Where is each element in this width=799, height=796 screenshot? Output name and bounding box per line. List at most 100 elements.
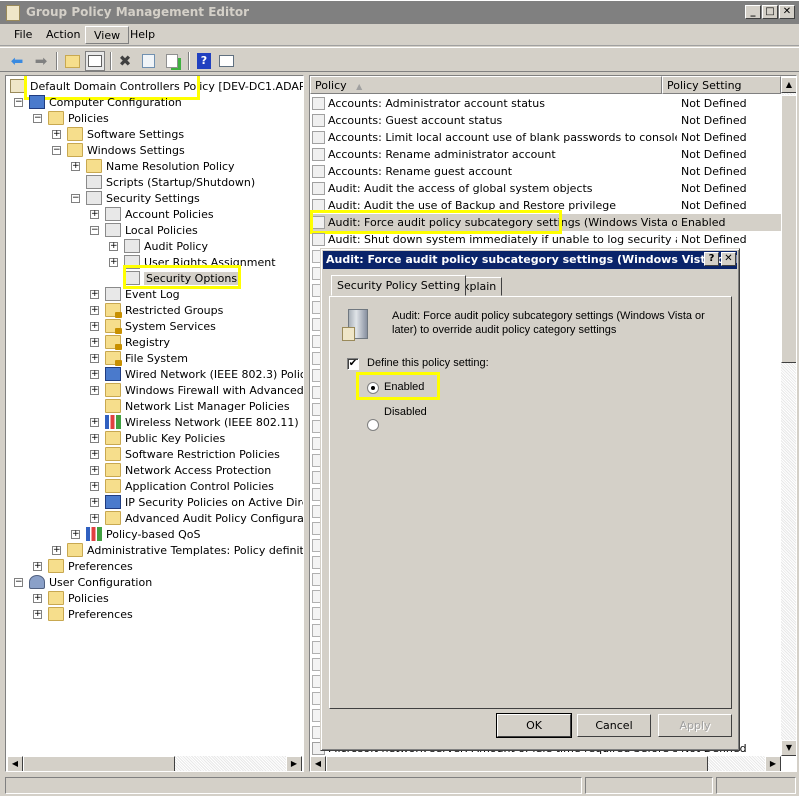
tree-item[interactable]: + Software Settings [52, 126, 184, 142]
forward-arrow-icon[interactable]: ➡ [31, 51, 51, 71]
expand-icon[interactable]: + [90, 481, 99, 491]
tree-item[interactable]: + Administrative Templates: Policy defini… [52, 542, 303, 558]
tree-item[interactable]: − Policies [33, 110, 109, 126]
expand-icon[interactable]: + [109, 257, 118, 267]
expand-icon[interactable]: + [90, 449, 99, 459]
tree-item[interactable]: − Computer Configuration [14, 94, 182, 110]
tree-item[interactable]: + System Services [90, 318, 216, 334]
delete-icon[interactable]: ✖ [115, 51, 135, 71]
back-arrow-icon[interactable]: ⬅ [7, 51, 27, 71]
apply-button[interactable]: Apply [658, 714, 732, 737]
tree-item[interactable]: + Software Restriction Policies [90, 446, 280, 462]
tree-item[interactable]: − Windows Settings [52, 142, 185, 158]
expand-icon[interactable]: + [90, 465, 99, 475]
expand-icon[interactable]: + [90, 433, 99, 443]
expand-icon[interactable]: + [71, 161, 80, 171]
export-list-icon[interactable] [162, 51, 182, 71]
column-header-setting[interactable]: Policy Setting [662, 76, 781, 94]
tree-item[interactable]: + File System [90, 350, 188, 366]
tree-item[interactable]: + Audit Policy [109, 238, 208, 254]
tree-item[interactable]: + Wireless Network (IEEE 802.11) Polic [90, 414, 303, 430]
minimize-button[interactable]: _ [745, 5, 761, 19]
scroll-left-button[interactable]: ◀ [310, 756, 326, 771]
tree-item[interactable]: + Restricted Groups [90, 302, 223, 318]
vertical-scroll-thumb[interactable] [781, 95, 796, 363]
close-button[interactable]: ✕ [779, 5, 795, 19]
tree-item[interactable]: − Local Policies [90, 222, 198, 238]
expand-icon[interactable]: + [90, 321, 99, 331]
tree-item[interactable]: + Network Access Protection [90, 462, 271, 478]
list-row[interactable]: Accounts: Limit local account use of bla… [312, 129, 782, 146]
expand-icon[interactable]: + [109, 241, 118, 251]
expand-icon[interactable]: + [71, 529, 80, 539]
collapse-icon[interactable]: − [14, 97, 23, 107]
tree-item[interactable]: + Policy-based QoS [71, 526, 201, 542]
collapse-icon[interactable]: − [52, 145, 61, 155]
tree-item[interactable]: + Registry [90, 334, 170, 350]
expand-icon[interactable]: + [52, 545, 61, 555]
list-row[interactable]: Audit: Audit the access of global system… [312, 180, 782, 197]
expand-icon[interactable]: + [90, 305, 99, 315]
collapse-icon[interactable]: − [33, 113, 42, 123]
expand-icon[interactable]: + [90, 369, 99, 379]
scroll-thumb[interactable] [326, 756, 708, 771]
expand-icon[interactable]: + [52, 129, 61, 139]
expand-icon[interactable]: + [33, 593, 42, 603]
scroll-right-button[interactable]: ▶ [765, 756, 781, 771]
collapse-icon[interactable]: − [14, 577, 23, 587]
list-row[interactable]: Accounts: Rename administrator account No… [312, 146, 782, 163]
tree-item[interactable]: + Public Key Policies [90, 430, 225, 446]
maximize-button[interactable]: □ [762, 5, 778, 19]
expand-icon[interactable]: + [90, 289, 99, 299]
list-row[interactable]: Accounts: Administrator account status No… [312, 95, 782, 112]
menu-file[interactable]: File [6, 26, 40, 44]
tree-item[interactable]: + Application Control Policies [90, 478, 274, 494]
dialog-help-button[interactable]: ? [704, 252, 719, 266]
list-row[interactable]: Accounts: Guest account status Not Define… [312, 112, 782, 129]
ok-button[interactable]: OK [496, 713, 572, 738]
tree-item[interactable]: + Name Resolution Policy [71, 158, 235, 174]
up-folder-icon[interactable] [62, 51, 82, 71]
scroll-thumb[interactable] [23, 756, 175, 771]
scroll-down-button[interactable]: ▼ [781, 740, 796, 756]
scroll-up-button[interactable]: ▲ [781, 77, 796, 93]
show-action-pane-icon[interactable] [216, 51, 236, 71]
cancel-button[interactable]: Cancel [577, 714, 651, 737]
disabled-radio[interactable] [367, 419, 379, 431]
dialog-close-button[interactable]: ✕ [721, 252, 736, 266]
tree-item[interactable]: Scripts (Startup/Shutdown) [71, 174, 255, 190]
tree-item[interactable]: − User Configuration [14, 574, 152, 590]
tab-security-policy-setting[interactable]: Security Policy Setting [331, 275, 467, 296]
menu-action[interactable]: Action [38, 26, 88, 44]
tree-item[interactable]: − Security Settings [71, 190, 200, 206]
list-row[interactable]: Accounts: Rename guest account Not Define… [312, 163, 782, 180]
collapse-icon[interactable]: − [90, 225, 99, 235]
expand-icon[interactable]: + [90, 417, 99, 427]
tree-item[interactable]: + IP Security Policies on Active Director [90, 494, 303, 510]
tree-item[interactable]: + Advanced Audit Policy Configuration [90, 510, 303, 526]
expand-icon[interactable]: + [90, 353, 99, 363]
tree-item[interactable]: + Event Log [90, 286, 180, 302]
tree-item[interactable]: + Windows Firewall with Advanced Sec [90, 382, 303, 398]
collapse-icon[interactable]: − [71, 193, 80, 203]
tree-item[interactable]: + Preferences [33, 606, 133, 622]
scroll-left-button[interactable]: ◀ [7, 756, 23, 771]
expand-icon[interactable]: + [90, 337, 99, 347]
column-header-policy[interactable]: Policy ▲ [310, 76, 662, 94]
tree-item[interactable]: Network List Manager Policies [90, 398, 290, 414]
expand-icon[interactable]: + [90, 497, 99, 507]
expand-icon[interactable]: + [90, 513, 99, 523]
tree-item[interactable]: + Preferences [33, 558, 133, 574]
properties-icon[interactable] [138, 51, 158, 71]
expand-icon[interactable]: + [90, 209, 99, 219]
show-hide-tree-icon[interactable] [85, 51, 105, 71]
scroll-right-button[interactable]: ▶ [286, 756, 302, 771]
expand-icon[interactable]: + [33, 561, 42, 571]
list-row[interactable]: Audit: Shut down system immediately if u… [312, 231, 782, 248]
define-policy-checkbox[interactable]: ✔ [347, 358, 359, 370]
menu-help[interactable]: Help [122, 26, 163, 44]
tree-item[interactable]: + Wired Network (IEEE 802.3) Policies [90, 366, 303, 382]
expand-icon[interactable]: + [90, 385, 99, 395]
expand-icon[interactable]: + [33, 609, 42, 619]
tree-item[interactable]: + Policies [33, 590, 109, 606]
